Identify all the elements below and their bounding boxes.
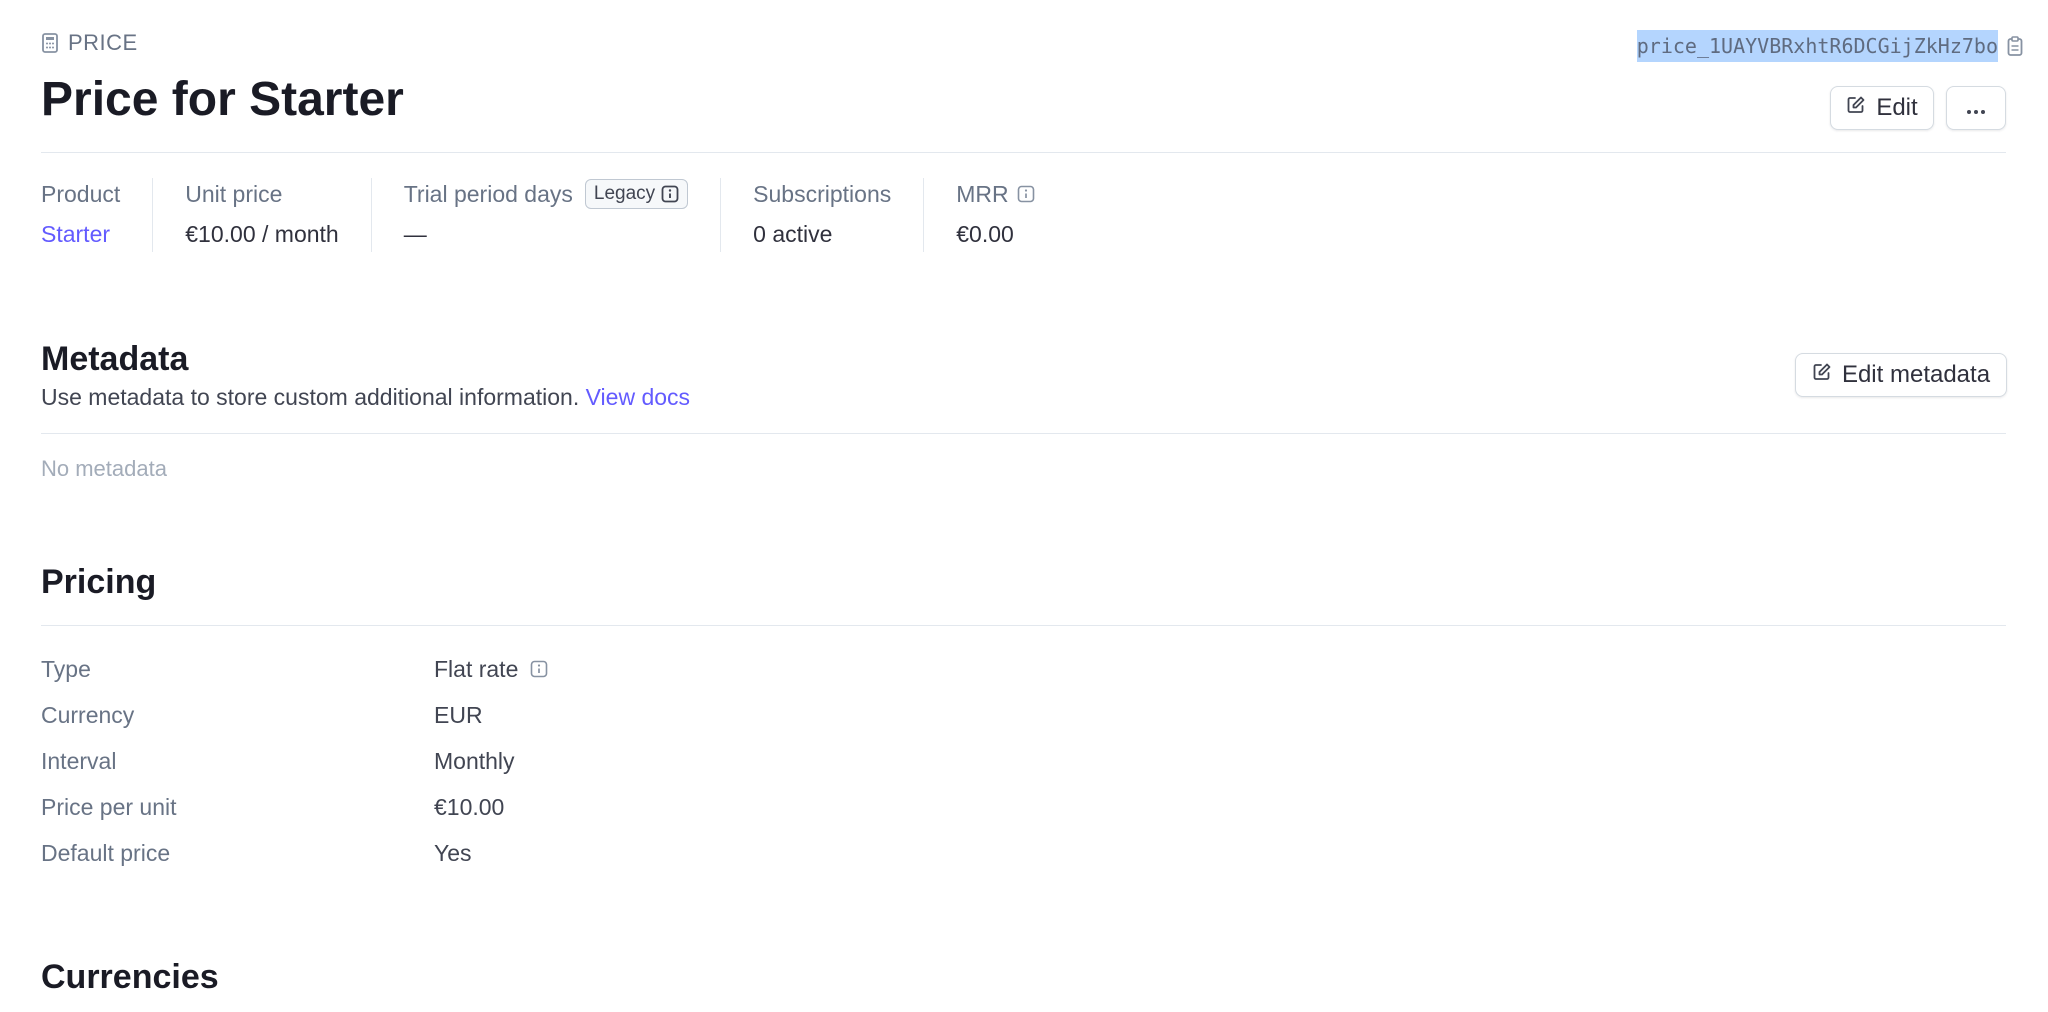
pricing-value: €10.00: [434, 794, 505, 820]
pricing-row-default-price: Default price Yes: [41, 837, 472, 869]
summary-product: Product Starter: [41, 178, 152, 252]
mrr-label: MRR: [956, 181, 1009, 207]
pricing-divider: [41, 625, 2006, 626]
info-icon[interactable]: [530, 660, 548, 678]
pricing-row-type: Type Flat rate: [41, 653, 548, 685]
edit-pencil-icon: [1846, 94, 1866, 122]
header-divider: [41, 152, 2006, 153]
price-id: price_1UAYVBRxhtR6DCGijZkHz7bo: [1636, 30, 2026, 62]
edit-metadata-button[interactable]: Edit metadata: [1795, 353, 2007, 397]
pricing-key: Price per unit: [41, 794, 177, 820]
unit-price-value: €10.00 / month: [185, 221, 339, 247]
metadata-heading: Metadata: [41, 340, 189, 378]
subscriptions-label: Subscriptions: [753, 181, 892, 207]
currencies-heading: Currencies: [41, 958, 219, 996]
pricing-value: Monthly: [434, 748, 515, 774]
more-actions-button[interactable]: [1946, 86, 2006, 130]
pricing-value: Flat rate: [434, 656, 519, 682]
pricing-value: EUR: [434, 702, 483, 728]
summary-subscriptions: Subscriptions 0 active: [720, 178, 923, 252]
pricing-key: Type: [41, 656, 91, 682]
edit-pencil-icon: [1812, 361, 1832, 389]
legacy-badge-text: Legacy: [593, 183, 656, 204]
info-icon[interactable]: [1017, 185, 1035, 203]
metadata-description-text: Use metadata to store custom additional …: [41, 384, 580, 410]
price-summary: Product Starter Unit price €10.00 / mont…: [41, 178, 1067, 252]
summary-mrr: MRR €0.00: [923, 178, 1066, 252]
page-title: Price for Starter: [41, 73, 404, 126]
price-id-text[interactable]: price_1UAYVBRxhtR6DCGijZkHz7bo: [1636, 30, 1998, 62]
summary-trial-period: Trial period days Legacy —: [370, 178, 720, 252]
pricing-value-row: Flat rate: [434, 653, 548, 685]
pricing-row-interval: Interval Monthly: [41, 745, 515, 777]
trial-label-row: Trial period days Legacy: [403, 178, 689, 210]
mrr-value: €0.00: [956, 221, 1014, 247]
metadata-description: Use metadata to store custom additional …: [41, 384, 690, 411]
mrr-label-row: MRR: [956, 178, 1034, 210]
pricing-heading: Pricing: [41, 563, 157, 601]
product-label: Product: [41, 181, 121, 207]
more-icon: [1966, 94, 1986, 122]
kicker-text: PRICE: [68, 30, 138, 55]
view-docs-link[interactable]: View docs: [586, 384, 690, 410]
no-metadata-text: No metadata: [41, 456, 167, 481]
trial-period-label: Trial period days: [403, 181, 573, 207]
edit-button[interactable]: Edit: [1830, 86, 1934, 130]
pricing-row-currency: Currency EUR: [41, 699, 483, 731]
product-link[interactable]: Starter: [41, 218, 120, 250]
legacy-badge[interactable]: Legacy: [584, 179, 689, 209]
info-icon: [661, 185, 679, 203]
pricing-value: Yes: [434, 840, 472, 866]
subscriptions-value: 0 active: [753, 221, 833, 247]
pricing-row-price-per-unit: Price per unit €10.00: [41, 791, 504, 823]
summary-unit-price: Unit price €10.00 / month: [152, 178, 370, 252]
price-detail-page: PRICE Price for Starter price_1UAYVBRxht…: [0, 0, 2048, 1012]
pricing-key: Interval: [41, 748, 117, 774]
edit-metadata-label: Edit metadata: [1841, 361, 1991, 388]
object-type-label: PRICE: [42, 30, 138, 56]
edit-button-label: Edit: [1876, 94, 1918, 121]
clipboard-icon[interactable]: [2004, 35, 2026, 57]
pricing-key: Default price: [41, 840, 171, 866]
metadata-divider: [41, 433, 2006, 434]
trial-period-value: —: [403, 221, 427, 247]
calculator-icon: [42, 33, 58, 53]
unit-price-label: Unit price: [185, 181, 283, 207]
pricing-key: Currency: [41, 702, 135, 728]
